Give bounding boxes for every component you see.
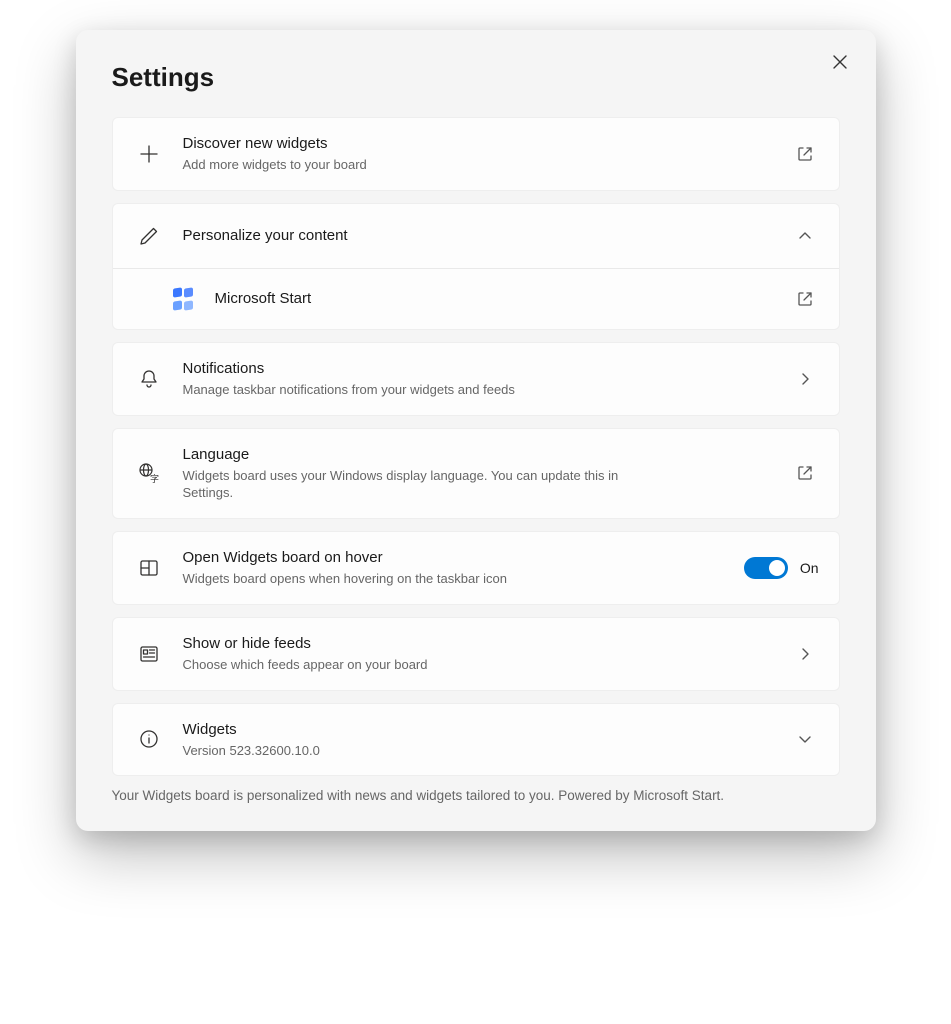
chevron-down-icon [791,725,819,753]
discover-title: Discover new widgets [183,134,773,154]
language-desc: Widgets board uses your Windows display … [183,467,623,502]
feeds-desc: Choose which feeds appear on your board [183,656,623,674]
discover-body: Discover new widgets Add more widgets to… [183,134,773,174]
notifications-title: Notifications [183,359,773,379]
open-external-icon [791,140,819,168]
page-title: Settings [112,62,840,93]
about-title: Widgets [183,720,773,740]
language-card: 字 Language Widgets board uses your Windo… [112,428,840,519]
notifications-card: Notifications Manage taskbar notificatio… [112,342,840,416]
chevron-right-icon [791,640,819,668]
about-desc: Version 523.32600.10.0 [183,742,623,760]
svg-text:字: 字 [150,473,159,484]
feeds-row[interactable]: Show or hide feeds Choose which feeds ap… [113,618,839,690]
discover-desc: Add more widgets to your board [183,156,623,174]
feeds-card: Show or hide feeds Choose which feeds ap… [112,617,840,691]
notifications-body: Notifications Manage taskbar notificatio… [183,359,773,399]
feeds-body: Show or hide feeds Choose which feeds ap… [183,634,773,674]
open-external-icon [791,459,819,487]
microsoft-start-label: Microsoft Start [215,289,773,309]
personalize-row[interactable]: Personalize your content [113,204,839,268]
personalize-body: Personalize your content [183,226,773,246]
microsoft-start-body: Microsoft Start [215,289,773,309]
feeds-title: Show or hide feeds [183,634,773,654]
chevron-up-icon [791,222,819,250]
close-icon [833,55,847,69]
board-icon [133,552,165,584]
hover-toggle-label: On [800,560,819,576]
hover-title: Open Widgets board on hover [183,548,726,568]
pencil-icon [133,220,165,252]
hover-toggle-group: On [744,557,819,579]
notifications-desc: Manage taskbar notifications from your w… [183,381,623,399]
hover-card: Open Widgets board on hover Widgets boar… [112,531,840,605]
hover-desc: Widgets board opens when hovering on the… [183,570,623,588]
language-row[interactable]: 字 Language Widgets board uses your Windo… [113,429,839,518]
hover-body: Open Widgets board on hover Widgets boar… [183,548,726,588]
about-row[interactable]: Widgets Version 523.32600.10.0 [113,704,839,776]
discover-row[interactable]: Discover new widgets Add more widgets to… [113,118,839,190]
plus-icon [133,138,165,170]
globe-language-icon: 字 [133,457,165,489]
microsoft-start-row[interactable]: Microsoft Start [113,268,839,329]
hover-toggle[interactable] [744,557,788,579]
chevron-right-icon [791,365,819,393]
info-icon [133,723,165,755]
open-external-icon [791,285,819,313]
discover-card: Discover new widgets Add more widgets to… [112,117,840,191]
notifications-row[interactable]: Notifications Manage taskbar notificatio… [113,343,839,415]
footer-text: Your Widgets board is personalized with … [112,788,840,803]
hover-row[interactable]: Open Widgets board on hover Widgets boar… [113,532,839,604]
feed-icon [133,638,165,670]
personalize-card: Personalize your content Microsoft Start [112,203,840,330]
language-title: Language [183,445,773,465]
about-card: Widgets Version 523.32600.10.0 [112,703,840,777]
microsoft-start-icon [173,287,197,311]
bell-icon [133,363,165,395]
personalize-title: Personalize your content [183,226,773,246]
about-body: Widgets Version 523.32600.10.0 [183,720,773,760]
settings-panel: Settings Discover new widgets Add more w… [76,30,876,831]
close-button[interactable] [826,48,854,76]
language-body: Language Widgets board uses your Windows… [183,445,773,502]
